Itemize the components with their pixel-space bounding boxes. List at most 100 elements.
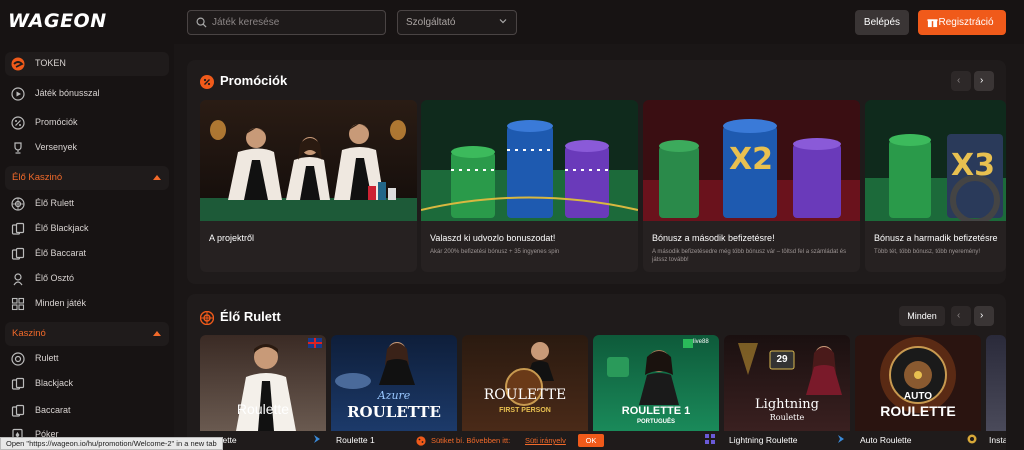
register-button[interactable]: Regisztráció xyxy=(918,10,1006,35)
roulette-prev-button[interactable]: ‹ xyxy=(951,306,971,326)
section-title: Promóciók xyxy=(200,73,287,89)
provider-badge-icon xyxy=(705,434,715,444)
game-tile[interactable]: Roulette Roulette xyxy=(200,335,326,450)
search-icon xyxy=(196,17,207,28)
promo-chips-image xyxy=(421,100,638,221)
cookie-ok-button[interactable]: OK xyxy=(578,434,604,447)
provider-badge-icon xyxy=(967,434,977,444)
game-name: Auto Roulette xyxy=(860,435,912,445)
cookie-icon xyxy=(416,436,426,446)
trophy-icon xyxy=(14,142,22,154)
game-thumbnail: 29 Lightning Roulette xyxy=(724,335,850,431)
sidebar-item-label: Élő Osztó xyxy=(35,273,75,283)
provider-select[interactable]: Szolgáltató xyxy=(397,10,517,35)
sidebar-item-label: Játék bónusszal xyxy=(35,88,100,98)
browser-status-bar: Open "https://wageon.io/hu/promotion/Wel… xyxy=(0,437,223,450)
sidebar: TOKEN Játék bónusszal Promóciók Versenye… xyxy=(0,44,174,450)
promo-card-title: A projektről xyxy=(209,233,255,243)
sidebar-item-live-dealer[interactable]: Élő Osztó xyxy=(5,267,169,291)
dealer-portrait xyxy=(505,342,554,406)
game-name: Insta xyxy=(989,435,1006,445)
token-icon xyxy=(11,57,25,71)
chevron-right-icon: › xyxy=(980,75,984,86)
game-thumbnail: ROULETTE FIRST PERSON xyxy=(462,335,588,431)
game-tile[interactable]: 29 Lightning Roulette Lightning Roulette xyxy=(724,335,850,450)
provider-badge-icon xyxy=(838,435,844,443)
roulette-badge-icon xyxy=(200,310,214,325)
sidebar-item-roulette[interactable]: Rulett xyxy=(5,347,169,371)
top-header: WAGEON Szolgáltató Belépés Regisztráció xyxy=(0,0,1024,44)
sidebar-item-live-roulette[interactable]: Élő Rulett xyxy=(5,192,169,216)
sidebar-item-tournaments[interactable]: Versenyek xyxy=(5,136,169,160)
sidebar-item-label: Promóciók xyxy=(35,117,78,127)
sidebar-item-bonus-games[interactable]: Játék bónusszal xyxy=(5,82,169,106)
cards-icon xyxy=(11,222,25,235)
provider-badge-icon xyxy=(314,435,320,443)
game-art-title: AUTO xyxy=(903,391,933,402)
promo-card[interactable]: A projektről xyxy=(200,100,417,272)
promo-overlay-text: X3 xyxy=(951,148,996,183)
game-art-subtitle: Roulette xyxy=(769,413,805,422)
promo-overlay-text: X2 xyxy=(729,142,774,177)
game-tile[interactable]: live88 ROULETTE 1 PORTUGUÊS xyxy=(593,335,719,450)
cookie-policy-link[interactable]: Süti irányelv xyxy=(525,436,566,445)
chevron-down-icon xyxy=(499,19,507,24)
sidebar-section-casino[interactable]: Kaszinó xyxy=(5,322,169,346)
sidebar-item-label: Élő Rulett xyxy=(35,198,75,208)
game-tile[interactable]: Insta xyxy=(986,335,1006,450)
section-title: Élő Rulett xyxy=(200,309,281,325)
game-thumbnail: Roulette xyxy=(200,335,326,431)
search-box[interactable] xyxy=(187,10,386,35)
promo-card-desc: Akár 200% befizetési bónusz + 35 ingyene… xyxy=(430,249,560,255)
percent-badge-icon xyxy=(200,74,214,89)
sidebar-top-group: Játék bónusszal Promóciók Versenyek xyxy=(5,82,169,162)
roulette-next-button[interactable]: › xyxy=(974,306,994,326)
game-thumbnail: Azure ROULETTE xyxy=(331,335,457,431)
sidebar-item-token[interactable]: TOKEN xyxy=(5,52,169,76)
sidebar-item-promotions[interactable]: Promóciók xyxy=(5,111,169,135)
game-thumbnail: AUTO ROULETTE xyxy=(855,335,981,431)
percent-icon xyxy=(11,116,25,130)
sidebar-item-label: Versenyek xyxy=(35,142,78,152)
login-button[interactable]: Belépés xyxy=(855,10,909,35)
caret-up-icon xyxy=(153,331,161,336)
promo-next-button[interactable]: › xyxy=(974,71,994,91)
game-name: Roulette 1 xyxy=(336,435,375,445)
game-tile[interactable]: AUTO ROULETTE Auto Roulette xyxy=(855,335,981,450)
sidebar-item-live-blackjack[interactable]: Élő Blackjack xyxy=(5,217,169,241)
see-all-button[interactable]: Minden xyxy=(899,306,945,326)
sidebar-item-label: Blackjack xyxy=(35,378,74,388)
game-art-title: ROULETTE xyxy=(483,387,567,403)
sidebar-item-blackjack[interactable]: Blackjack xyxy=(5,372,169,396)
sidebar-item-all-games[interactable]: Minden játék xyxy=(5,292,169,316)
game-name: Lightning Roulette xyxy=(729,435,798,445)
sidebar-item-baccarat[interactable]: Baccarat xyxy=(5,399,169,423)
cards-icon xyxy=(11,377,25,390)
cookie-banner: Sütiket bí. Bővebben itt: Süti irányelv … xyxy=(410,432,606,450)
sidebar-item-label: Baccarat xyxy=(35,405,71,415)
search-input[interactable] xyxy=(210,13,380,32)
promo-prev-button[interactable]: ‹ xyxy=(951,71,971,91)
sidebar-section-live-casino[interactable]: Élő Kaszinó xyxy=(5,166,169,190)
promo-card[interactable]: Valaszd ki udvozlo bonuszodat! Akár 200%… xyxy=(421,100,638,272)
wageon-logo[interactable]: WAGEON xyxy=(8,10,107,32)
promo-card[interactable]: X2 Bónusz a második befizetésre! A másod… xyxy=(643,100,860,272)
game-art-title: ROULETTE xyxy=(347,403,441,421)
promo-card-title: Bónusz a harmadik befizetésre xyxy=(874,233,998,243)
promo-card[interactable]: X3 Bónusz a harmadik befizetésre Több té… xyxy=(865,100,1006,272)
game-art-title: Roulette xyxy=(236,401,290,417)
game-art-subtitle: Azure xyxy=(377,389,411,402)
promo-card-desc: Több tét, több bónusz, több nyeremény! xyxy=(874,249,981,255)
roulette-icon xyxy=(11,352,25,366)
game-thumbnail: live88 ROULETTE 1 PORTUGUÊS xyxy=(593,335,719,431)
cards-icon xyxy=(11,247,25,260)
sidebar-item-label: Élő Baccarat xyxy=(35,248,87,258)
dealer-icon xyxy=(13,273,23,286)
chevron-left-icon: ‹ xyxy=(957,75,961,86)
game-art-title: ROULETTE 1 xyxy=(621,405,691,417)
sidebar-item-label: Rulett xyxy=(35,353,59,363)
sidebar-item-live-baccarat[interactable]: Élő Baccarat xyxy=(5,242,169,266)
lightning-number: 29 xyxy=(776,354,788,365)
game-art-title: Lightning xyxy=(755,397,819,412)
live-roulette-title: Élő Rulett xyxy=(220,309,281,324)
